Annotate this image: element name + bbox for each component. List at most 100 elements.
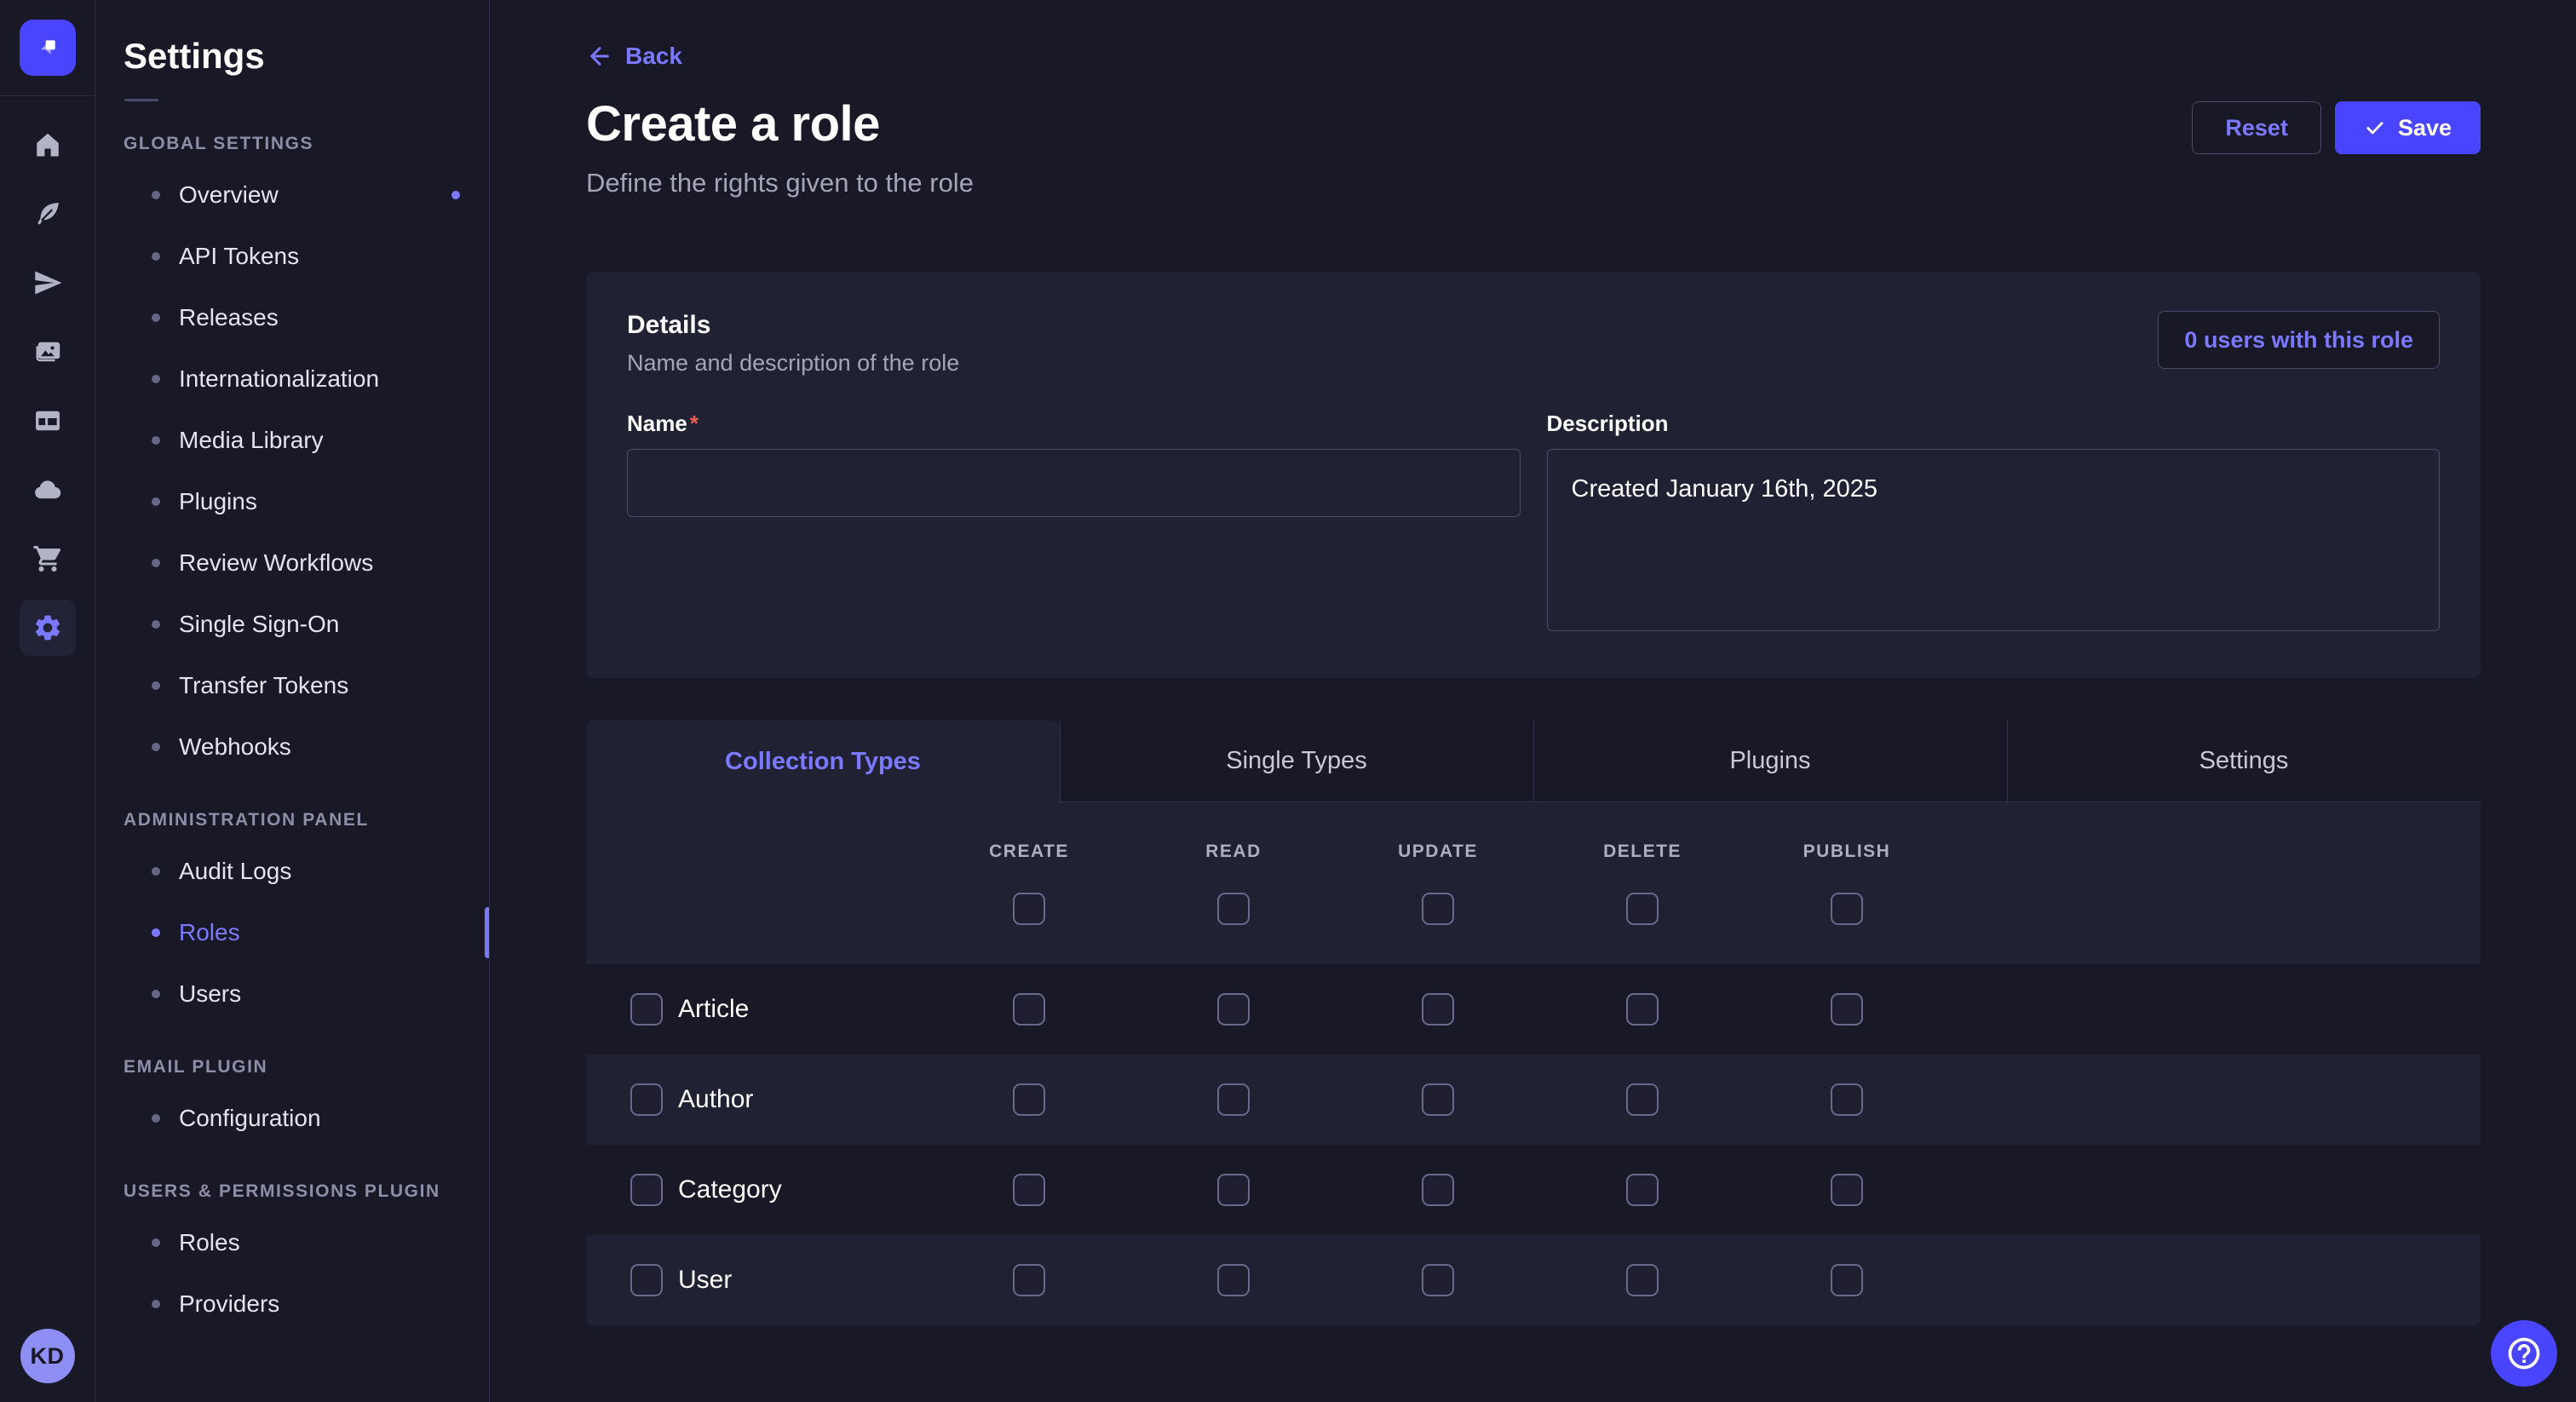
user-update-checkbox[interactable] (1422, 1264, 1454, 1296)
user-create-checkbox[interactable] (1013, 1264, 1045, 1296)
bullet-icon (152, 867, 160, 876)
tab-collection-types[interactable]: Collection Types (586, 721, 1060, 802)
tab-plugins[interactable]: Plugins (1533, 721, 2007, 802)
check-icon (2364, 117, 2386, 139)
category-select-checkbox[interactable] (630, 1174, 663, 1206)
back-link[interactable]: Back (586, 43, 682, 70)
sidebar-item-media-library[interactable]: Media Library (95, 410, 489, 471)
user-read-checkbox[interactable] (1217, 1264, 1250, 1296)
permission-cell (1336, 993, 1540, 1026)
sidebar-item-overview[interactable]: Overview (95, 164, 489, 226)
sidebar-item-label: Overview (179, 181, 279, 209)
select-all-publish-checkbox[interactable] (1831, 893, 1863, 925)
nav-section-administration-panel: ADMINISTRATION PANELAudit LogsRolesUsers (95, 810, 489, 1025)
sidebar-item-webhooks[interactable]: Webhooks (95, 716, 489, 778)
settings-gear-icon[interactable] (20, 600, 76, 656)
article-select-checkbox[interactable] (630, 993, 663, 1026)
tab-single-types[interactable]: Single Types (1060, 721, 1533, 802)
category-update-checkbox[interactable] (1422, 1174, 1454, 1206)
nav-section-global-settings: GLOBAL SETTINGSOverviewAPI TokensRelease… (95, 134, 489, 778)
sidebar-item-roles[interactable]: Roles (95, 1212, 489, 1273)
bullet-icon (152, 928, 160, 937)
name-field-group: Name* (627, 411, 1521, 635)
details-card-subtitle: Name and description of the role (627, 350, 959, 376)
users-with-role-button[interactable]: 0 users with this role (2158, 311, 2440, 369)
sidebar-item-audit-logs[interactable]: Audit Logs (95, 841, 489, 902)
category-read-checkbox[interactable] (1217, 1174, 1250, 1206)
user-publish-checkbox[interactable] (1831, 1264, 1863, 1296)
author-delete-checkbox[interactable] (1626, 1083, 1659, 1116)
category-create-checkbox[interactable] (1013, 1174, 1045, 1206)
marketplace-cart-icon[interactable] (20, 531, 76, 587)
sidebar-item-plugins[interactable]: Plugins (95, 471, 489, 532)
select-all-create-checkbox[interactable] (1013, 893, 1045, 925)
select-all-update-checkbox[interactable] (1422, 893, 1454, 925)
user-select-checkbox[interactable] (630, 1264, 663, 1296)
sidebar-item-transfer-tokens[interactable]: Transfer Tokens (95, 655, 489, 716)
bullet-icon (152, 559, 160, 567)
logo-section (0, 0, 95, 96)
sidebar-item-roles[interactable]: Roles (95, 902, 489, 963)
cloud-icon[interactable] (20, 462, 76, 518)
author-select-checkbox[interactable] (630, 1083, 663, 1116)
user-avatar[interactable]: KD (20, 1329, 75, 1383)
permission-cell (1131, 993, 1336, 1026)
select-all-read-checkbox[interactable] (1217, 893, 1250, 925)
required-mark: * (690, 411, 699, 436)
author-create-checkbox[interactable] (1013, 1083, 1045, 1116)
arrow-left-icon (586, 43, 613, 70)
article-delete-checkbox[interactable] (1626, 993, 1659, 1026)
article-update-checkbox[interactable] (1422, 993, 1454, 1026)
category-publish-checkbox[interactable] (1831, 1174, 1863, 1206)
strapi-logo[interactable] (20, 20, 76, 76)
settings-nav-sections: GLOBAL SETTINGSOverviewAPI TokensRelease… (95, 134, 489, 1335)
bullet-icon (152, 497, 160, 506)
column-label-publish: PUBLISH (1745, 842, 1949, 862)
author-read-checkbox[interactable] (1217, 1083, 1250, 1116)
permission-row-user: User (586, 1235, 2481, 1325)
reset-button[interactable]: Reset (2192, 101, 2321, 154)
help-button[interactable] (2491, 1320, 2557, 1387)
tab-settings[interactable]: Settings (2007, 721, 2481, 802)
bullet-icon (152, 1300, 160, 1308)
content-manager-feather-icon[interactable] (20, 186, 76, 242)
bullet-icon (152, 436, 160, 445)
description-textarea[interactable]: Created January 16th, 2025 (1547, 449, 2441, 631)
sidebar-item-internationalization[interactable]: Internationalization (95, 348, 489, 410)
page-subtitle: Define the rights given to the role (586, 168, 2481, 198)
sidebar-item-api-tokens[interactable]: API Tokens (95, 226, 489, 287)
sidebar-item-providers[interactable]: Providers (95, 1273, 489, 1335)
sidebar-item-users[interactable]: Users (95, 963, 489, 1025)
sidebar-item-label: Configuration (179, 1105, 321, 1132)
save-button[interactable]: Save (2335, 101, 2481, 154)
row-label: Category (678, 1175, 782, 1204)
category-delete-checkbox[interactable] (1626, 1174, 1659, 1206)
name-input[interactable] (627, 449, 1521, 517)
settings-sidebar: Settings GLOBAL SETTINGSOverviewAPI Toke… (95, 0, 490, 1402)
nav-section-users-permissions-plugin: USERS & PERMISSIONS PLUGIN RolesProviders (95, 1181, 489, 1335)
sidebar-item-label: Users (179, 980, 241, 1008)
rail-icons (20, 117, 76, 656)
author-update-checkbox[interactable] (1422, 1083, 1454, 1116)
nav-section-label: USERS & PERMISSIONS PLUGIN (124, 1181, 489, 1202)
releases-paper-plane-icon[interactable] (20, 255, 76, 311)
sidebar-item-review-workflows[interactable]: Review Workflows (95, 532, 489, 594)
user-delete-checkbox[interactable] (1626, 1264, 1659, 1296)
article-read-checkbox[interactable] (1217, 993, 1250, 1026)
page-header: Create a role Reset Save (586, 95, 2481, 154)
home-icon[interactable] (20, 117, 76, 173)
article-create-checkbox[interactable] (1013, 993, 1045, 1026)
sidebar-item-releases[interactable]: Releases (95, 287, 489, 348)
sidebar-item-configuration[interactable]: Configuration (95, 1088, 489, 1149)
bullet-icon (152, 1238, 160, 1247)
media-library-pictures-icon[interactable] (20, 324, 76, 380)
permission-cell (1745, 1174, 1949, 1206)
author-publish-checkbox[interactable] (1831, 1083, 1863, 1116)
select-all-delete-checkbox[interactable] (1626, 893, 1659, 925)
sidebar-item-single-sign-on[interactable]: Single Sign-On (95, 594, 489, 655)
permission-cell (1745, 1083, 1949, 1116)
content-type-builder-layout-icon[interactable] (20, 393, 76, 449)
row-label-cell: Category (586, 1174, 927, 1206)
article-publish-checkbox[interactable] (1831, 993, 1863, 1026)
bullet-icon (152, 375, 160, 383)
